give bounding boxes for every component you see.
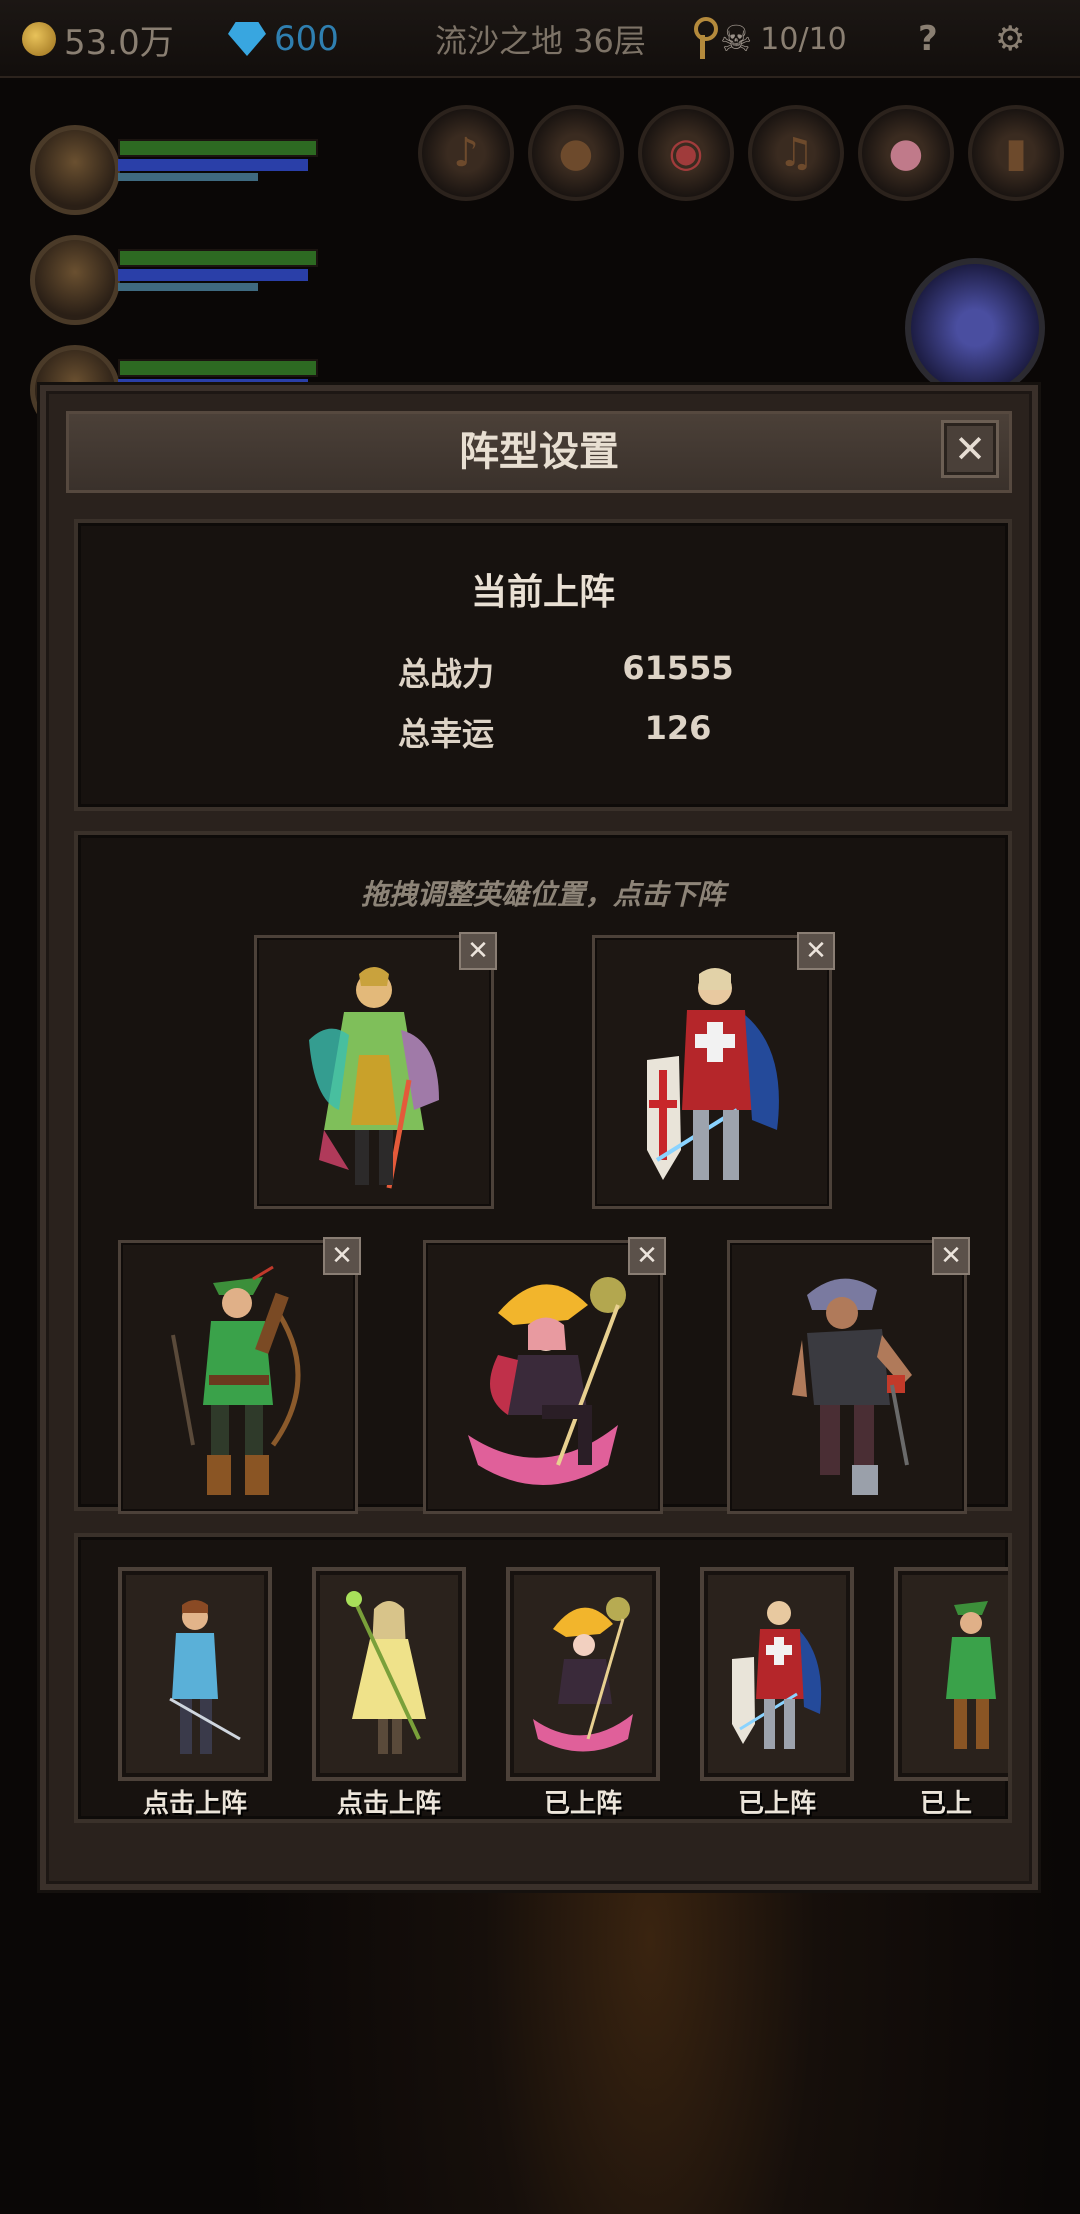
roster-status-label: 点击上阵 xyxy=(142,1789,247,1819)
gold-value: 53.0万 xyxy=(64,22,174,63)
team-stats-panel: 当前上阵 总战力 61555 总幸运 126 xyxy=(74,519,1012,811)
party-hero-bar xyxy=(14,225,334,335)
xp-bar xyxy=(118,173,258,181)
witch-broom-hero-icon xyxy=(533,1597,633,1752)
brawler-warrior-hero-icon xyxy=(792,1278,912,1495)
formation-slot-1[interactable]: ✕ xyxy=(254,932,497,1209)
hp-bar xyxy=(118,359,318,377)
remove-hero-button[interactable]: ✕ xyxy=(797,932,835,970)
close-button[interactable]: ✕ xyxy=(941,420,999,478)
close-icon: ✕ xyxy=(467,936,489,966)
close-icon: ✕ xyxy=(331,1241,353,1271)
diamond-icon xyxy=(228,22,266,56)
hero-portrait-icon xyxy=(30,235,120,325)
stage-title: 流沙之地 36层 xyxy=(435,22,646,60)
witch-broom-hero-icon xyxy=(468,1277,626,1485)
total-power-row: 总战力 61555 xyxy=(78,649,1008,699)
key-icon xyxy=(692,17,718,61)
total-luck-row: 总幸运 126 xyxy=(78,709,1008,759)
archer-ranger-hero-icon xyxy=(946,1601,996,1749)
horn-relic-icon: ♪ xyxy=(418,105,514,201)
crusader-knight-hero-icon xyxy=(732,1601,822,1749)
pouch-relic-icon: ● xyxy=(528,105,624,201)
bell-relic-icon: ♫ xyxy=(748,105,844,201)
total-power-value: 61555 xyxy=(622,649,734,687)
formation-panel: 拖拽调整英雄位置，点击下阵 ✕ ✕ ✕ ✕ ✕ xyxy=(74,831,1012,1514)
remove-hero-button[interactable]: ✕ xyxy=(323,1237,361,1275)
total-luck-label: 总幸运 xyxy=(398,715,495,753)
hero-roster-panel: 点击上阵 点击上阵 已上阵 已上阵 已上 xyxy=(74,1533,1012,1823)
formation-hint: 拖拽调整英雄位置，点击下阵 xyxy=(360,878,725,911)
close-icon: ✕ xyxy=(636,1241,658,1271)
gold-counter: 53.0万 xyxy=(22,0,174,78)
roster-card-3[interactable] xyxy=(506,1567,660,1781)
roster-status-label: 已上 xyxy=(919,1789,972,1819)
gem-value: 600 xyxy=(274,19,339,59)
stats-title: 当前上阵 xyxy=(470,572,615,613)
formation-dialog: 阵型设置 ✕ 当前上阵 总战力 61555 总幸运 126 拖拽调整英雄位置，点… xyxy=(40,385,1038,1890)
staff-priestess-hero-icon xyxy=(346,1591,426,1754)
help-button[interactable]: ? xyxy=(918,0,938,78)
piggy-relic-icon: ● xyxy=(858,105,954,201)
formation-slot-2[interactable]: ✕ xyxy=(592,932,835,1209)
gear-icon[interactable]: ⚙ xyxy=(995,0,1025,78)
mp-bar xyxy=(118,269,308,281)
roster-status-label: 点击上阵 xyxy=(336,1789,441,1819)
party-hero-bar xyxy=(14,115,334,225)
roster-status-label: 已上阵 xyxy=(543,1789,622,1819)
gem-counter: 600 xyxy=(228,0,339,78)
formation-slot-4[interactable]: ✕ xyxy=(423,1237,666,1514)
roster-card-1[interactable] xyxy=(118,1567,272,1781)
archer-ranger-hero-icon xyxy=(171,1265,301,1495)
roster-card-2[interactable] xyxy=(312,1567,466,1781)
hero-portrait-icon xyxy=(30,125,120,215)
close-icon: ✕ xyxy=(940,1241,962,1271)
dialog-header: 阵型设置 ✕ xyxy=(66,411,1012,493)
hp-bar xyxy=(118,249,318,267)
skull-icon: ☠ xyxy=(720,18,753,60)
total-luck-value: 126 xyxy=(644,709,712,747)
roster-card-4[interactable] xyxy=(700,1567,854,1781)
roster-card-5[interactable] xyxy=(894,1567,1008,1781)
scroll-relic-icon: ▮ xyxy=(968,105,1064,201)
crusader-knight-hero-icon xyxy=(647,968,779,1180)
formation-slot-3[interactable]: ✕ xyxy=(118,1237,361,1514)
formation-slot-5[interactable]: ✕ xyxy=(727,1237,970,1514)
angel-emblem-icon xyxy=(905,258,1045,398)
close-icon: ✕ xyxy=(805,936,827,966)
top-hud: 53.0万 600 流沙之地 36层 ☠ 10/10 ? ⚙ xyxy=(0,0,1080,78)
roster-status-label: 已上阵 xyxy=(737,1789,816,1819)
green-mage-hero-icon xyxy=(309,967,439,1189)
remove-hero-button[interactable]: ✕ xyxy=(459,932,497,970)
remove-hero-button[interactable]: ✕ xyxy=(628,1237,666,1275)
eye-relic-icon: ◉ xyxy=(638,105,734,201)
total-power-label: 总战力 xyxy=(398,655,495,693)
keys-count: 10/10 xyxy=(760,21,847,57)
close-icon: ✕ xyxy=(954,427,986,471)
dialog-title: 阵型设置 xyxy=(459,429,619,475)
mp-bar xyxy=(118,159,308,171)
gold-coin-icon xyxy=(22,22,56,56)
hp-bar xyxy=(118,139,318,157)
swordsman-blue-hero-icon xyxy=(169,1600,241,1754)
key-counter: ☠ 10/10 xyxy=(692,0,847,78)
xp-bar xyxy=(118,283,258,291)
remove-hero-button[interactable]: ✕ xyxy=(932,1237,970,1275)
